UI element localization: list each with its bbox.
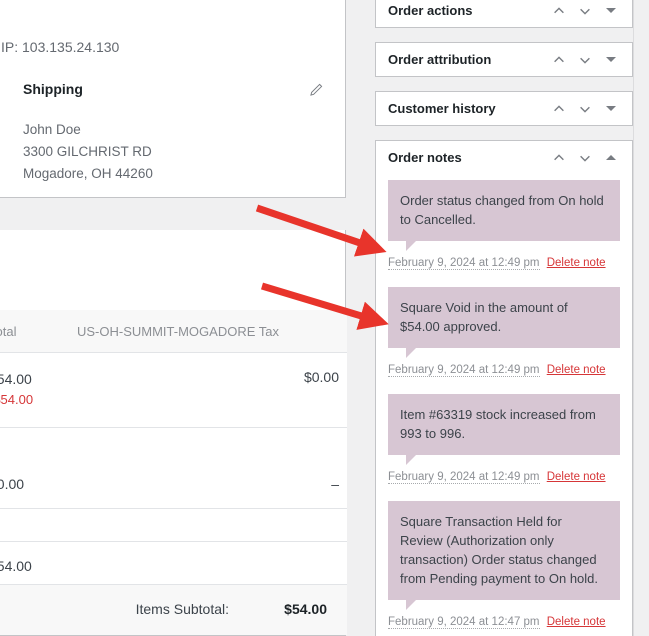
items-subtotal-value: $54.00 bbox=[255, 601, 327, 617]
list-item: Order status changed from On hold to Can… bbox=[388, 180, 620, 271]
triangle-glyph bbox=[606, 106, 616, 111]
shipping-city-state-zip: Mogadore, OH 44260 bbox=[23, 163, 331, 185]
chevron-down-icon[interactable] bbox=[572, 47, 598, 73]
customer-ip-address: IP: 103.135.24.130 bbox=[1, 39, 119, 55]
triangle-up-icon[interactable] bbox=[598, 145, 624, 171]
shipping-address-block: Shipping John Doe 3300 GILCHRIST RD Moga… bbox=[1, 81, 331, 185]
line-item-refund: -$54.00 bbox=[0, 389, 61, 411]
note-text: Square Void in the amount of $54.00 appr… bbox=[388, 287, 620, 348]
column-header-tax: US-OH-SUMMIT-MOGADORE Tax bbox=[69, 310, 347, 353]
triangle-down-icon[interactable] bbox=[598, 96, 624, 122]
panel-header-customer-history[interactable]: Customer history bbox=[376, 92, 632, 125]
note-meta: February 9, 2024 at 12:49 pm Delete note bbox=[388, 362, 620, 378]
cell-shipping-total: $54.00 bbox=[0, 542, 69, 591]
note-text: Order status changed from On hold to Can… bbox=[388, 180, 620, 241]
delete-note-link[interactable]: Delete note bbox=[547, 364, 606, 376]
chevron-down-icon[interactable] bbox=[572, 145, 598, 171]
delete-note-link[interactable]: Delete note bbox=[547, 471, 606, 483]
table-header-row: Total US-OH-SUMMIT-MOGADORE Tax bbox=[0, 310, 347, 353]
table-row: $0.00 – bbox=[0, 460, 347, 509]
chevron-up-icon[interactable] bbox=[546, 0, 572, 24]
note-date: February 9, 2024 at 12:47 pm bbox=[388, 616, 540, 629]
cell-fee-total: $0.00 bbox=[0, 460, 69, 509]
panel-title: Order attribution bbox=[388, 52, 546, 67]
shipping-name: John Doe bbox=[23, 119, 331, 141]
page-right-gutter bbox=[633, 0, 649, 636]
triangle-glyph bbox=[606, 155, 616, 160]
shipping-address-text: John Doe 3300 GILCHRIST RD Mogadore, OH … bbox=[23, 119, 331, 185]
shipping-heading: Shipping bbox=[23, 81, 83, 97]
chevron-down-icon[interactable] bbox=[572, 96, 598, 122]
chevron-down-icon[interactable] bbox=[572, 0, 598, 24]
triangle-down-icon[interactable] bbox=[598, 47, 624, 73]
list-item: Square Transaction Held for Review (Auth… bbox=[388, 501, 620, 630]
delete-note-link[interactable]: Delete note bbox=[547, 616, 606, 628]
triangle-down-icon[interactable] bbox=[598, 0, 624, 24]
chevron-up-icon[interactable] bbox=[546, 145, 572, 171]
chevron-up-icon[interactable] bbox=[546, 96, 572, 122]
panel-order-actions: Order actions bbox=[375, 0, 633, 28]
panel-customer-history: Customer history bbox=[375, 91, 633, 126]
triangle-glyph bbox=[606, 8, 616, 13]
pencil-icon[interactable] bbox=[309, 83, 323, 97]
panel-header-order-attribution[interactable]: Order attribution bbox=[376, 43, 632, 76]
table-row: $54.00 -$54.00 $0.00 bbox=[0, 353, 347, 428]
panel-order-notes: Order notes Order status change bbox=[375, 140, 633, 636]
panel-title: Order actions bbox=[388, 3, 546, 18]
order-data-panel: IP: 103.135.24.130 Shipping bbox=[0, 0, 346, 198]
wordpress-order-edit-screen: IP: 103.135.24.130 Shipping bbox=[0, 0, 649, 636]
order-items-table: Total US-OH-SUMMIT-MOGADORE Tax $54.00 -… bbox=[0, 310, 347, 590]
caret-icon bbox=[0, 85, 1, 97]
shipping-street: 3300 GILCHRIST RD bbox=[23, 141, 331, 163]
chevron-up-icon[interactable] bbox=[546, 47, 572, 73]
separator-cell bbox=[0, 428, 347, 461]
triangle-glyph bbox=[606, 57, 616, 62]
note-text: Item #63319 stock increased from 993 to … bbox=[388, 394, 620, 455]
cell-shipping-tax bbox=[69, 542, 347, 591]
note-text: Square Transaction Held for Review (Auth… bbox=[388, 501, 620, 600]
order-notes-list: Order status changed from On hold to Can… bbox=[376, 174, 632, 636]
note-meta: February 9, 2024 at 12:49 pm Delete note bbox=[388, 255, 620, 271]
order-items-panel: Total US-OH-SUMMIT-MOGADORE Tax $54.00 -… bbox=[0, 230, 346, 636]
separator-cell bbox=[0, 509, 347, 542]
column-header-total: Total bbox=[0, 310, 69, 353]
list-item: Item #63319 stock increased from 993 to … bbox=[388, 394, 620, 485]
note-meta: February 9, 2024 at 12:49 pm Delete note bbox=[388, 469, 620, 485]
line-item-total: $54.00 bbox=[0, 369, 61, 389]
cell-line-item-tax: $0.00 bbox=[69, 353, 347, 428]
list-item: Square Void in the amount of $54.00 appr… bbox=[388, 287, 620, 378]
panel-title: Customer history bbox=[388, 101, 546, 116]
order-side-column: Order actions Order attribution bbox=[375, 0, 633, 636]
note-meta: February 9, 2024 at 12:47 pm Delete note bbox=[388, 614, 620, 630]
delete-note-link[interactable]: Delete note bbox=[547, 257, 606, 269]
panel-header-order-actions[interactable]: Order actions bbox=[376, 0, 632, 27]
items-subtotal-label: Items Subtotal: bbox=[136, 601, 229, 617]
order-totals-area: Items Subtotal: $54.00 bbox=[0, 584, 347, 635]
shipping-header: Shipping bbox=[1, 81, 331, 103]
order-main-column: IP: 103.135.24.130 Shipping bbox=[0, 0, 346, 636]
panel-title: Order notes bbox=[388, 150, 546, 165]
note-date: February 9, 2024 at 12:49 pm bbox=[388, 364, 540, 377]
panel-order-attribution: Order attribution bbox=[375, 42, 633, 77]
note-date: February 9, 2024 at 12:49 pm bbox=[388, 471, 540, 484]
cell-fee-tax: – bbox=[69, 460, 347, 509]
panel-header-order-notes[interactable]: Order notes bbox=[376, 141, 632, 174]
note-date: February 9, 2024 at 12:49 pm bbox=[388, 257, 540, 270]
table-row-separator bbox=[0, 428, 347, 461]
items-subtotal-row: Items Subtotal: $54.00 bbox=[1, 601, 327, 617]
table-row: $54.00 bbox=[0, 542, 347, 591]
table-row-separator bbox=[0, 509, 347, 542]
cell-line-item-total: $54.00 -$54.00 bbox=[0, 353, 69, 428]
